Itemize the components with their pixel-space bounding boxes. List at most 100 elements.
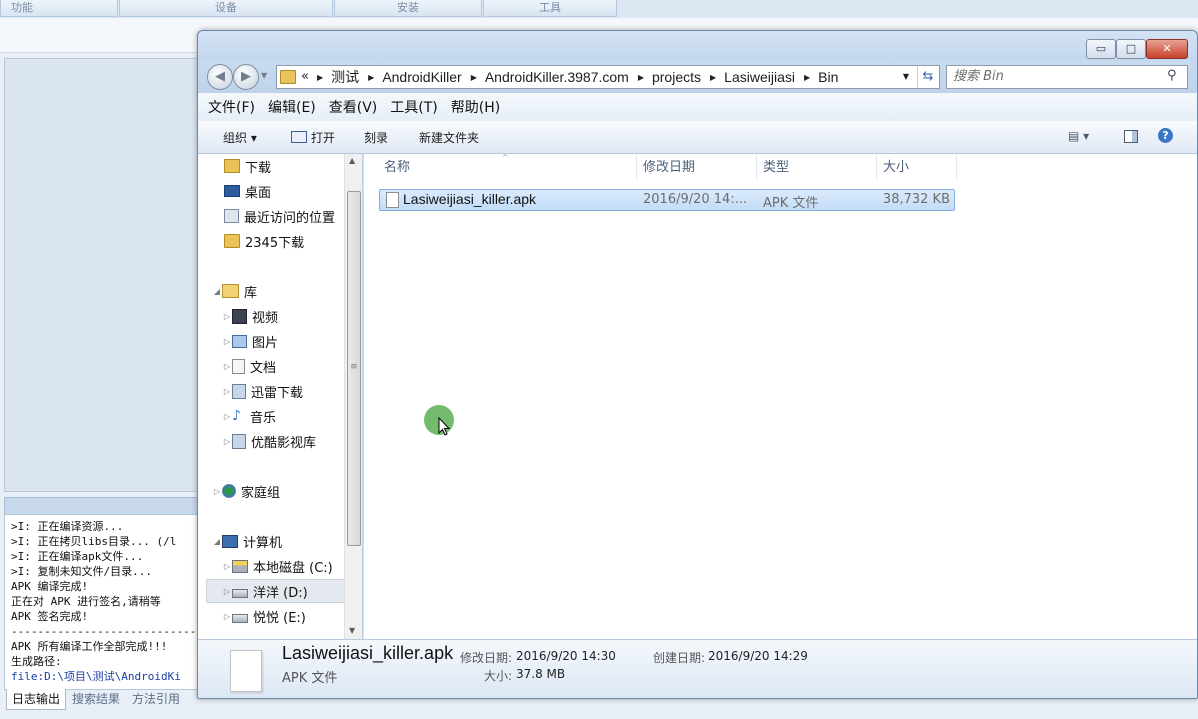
collapsed-arrow-icon[interactable]: ▷	[222, 362, 232, 371]
chevron-down-icon[interactable]: ▼	[899, 66, 913, 88]
chevron-right-icon[interactable]: ▶	[638, 73, 648, 82]
nav-label: 2345下载	[245, 235, 305, 251]
details-file-name: Lasiweijiasi_killer.apk	[282, 643, 454, 663]
column-header-size[interactable]: 大小	[877, 154, 957, 180]
nav-label: 最近访问的位置	[244, 210, 336, 226]
recent-pages-dropdown[interactable]: ▼	[261, 71, 267, 80]
documents-icon	[232, 358, 245, 374]
menu-view[interactable]: 查看(V)	[329, 97, 378, 117]
breadcrumb-item[interactable]: 测试	[327, 67, 368, 87]
help-icon[interactable]: ?	[1158, 128, 1173, 143]
breadcrumb-item[interactable]: Bin	[814, 69, 847, 85]
nav-item-homegroup[interactable]: ▷ 家庭组	[212, 480, 280, 502]
burn-button[interactable]: 刻录	[364, 129, 388, 146]
details-modified-value: 2016/9/20 14:30	[516, 649, 616, 663]
nav-pane-scrollbar[interactable]: ▲ ≡ ▼	[344, 154, 362, 639]
breadcrumb-overflow[interactable]: «	[301, 69, 309, 84]
collapsed-arrow-icon[interactable]: ▷	[222, 337, 232, 346]
nav-item-videos[interactable]: ▷ 视频	[222, 305, 278, 327]
nav-label: 计算机	[243, 535, 283, 551]
nav-item-drive-c[interactable]: ▷ 本地磁盘 (C:)	[222, 555, 333, 577]
open-button[interactable]: 打开	[291, 129, 335, 146]
collapsed-arrow-icon[interactable]: ▷	[222, 312, 232, 321]
ribbon-tabbar: 功能 设备 安装 工具	[0, 0, 1198, 18]
nav-item-library[interactable]: ◢ 库	[212, 280, 257, 302]
tab-method-references[interactable]: 方法引用	[132, 689, 180, 709]
nav-item-downloads[interactable]: 下载	[224, 155, 271, 177]
maximize-button[interactable]: □	[1116, 39, 1146, 59]
scrollbar-thumb[interactable]: ≡	[347, 191, 361, 546]
close-button[interactable]: ✕	[1146, 39, 1188, 59]
expanded-arrow-icon[interactable]: ◢	[212, 287, 222, 296]
address-bar[interactable]: « ▶ 测试 ▶ AndroidKiller ▶ AndroidKiller.3…	[276, 65, 940, 89]
preview-pane-icon[interactable]	[1124, 130, 1138, 143]
breadcrumb-item[interactable]: AndroidKiller.3987.com	[481, 69, 638, 85]
column-header-name[interactable]: 名称	[378, 154, 637, 180]
menu-help[interactable]: 帮助(H)	[451, 97, 500, 117]
tab-features[interactable]: 功能	[0, 0, 118, 17]
chevron-right-icon[interactable]: ▶	[317, 73, 327, 82]
project-tree-pane	[4, 58, 200, 492]
search-icon[interactable]: ⚲	[1167, 68, 1177, 83]
organize-button[interactable]: 组织 ▾	[223, 129, 257, 146]
scroll-down-arrow-icon[interactable]: ▼	[349, 626, 355, 635]
collapsed-arrow-icon[interactable]: ▷	[222, 412, 232, 421]
chevron-right-icon[interactable]: ▶	[710, 73, 720, 82]
nav-item-youku-library[interactable]: ▷ 优酷影视库	[222, 430, 316, 452]
nav-item-2345-download[interactable]: 2345下载	[224, 230, 304, 252]
tab-label: 安装	[397, 1, 419, 14]
back-button[interactable]: ◀	[207, 64, 233, 90]
breadcrumb-item[interactable]: Lasiweijiasi	[720, 69, 804, 85]
menu-tools[interactable]: 工具(T)	[390, 97, 437, 117]
column-header-date-modified[interactable]: 修改日期	[637, 154, 757, 180]
breadcrumb: ▶ 测试 ▶ AndroidKiller ▶ AndroidKiller.398…	[317, 66, 847, 88]
tab-log-output[interactable]: 日志输出	[6, 689, 67, 710]
nav-item-pictures[interactable]: ▷ 图片	[222, 330, 278, 352]
forward-button[interactable]: ▶	[233, 64, 259, 90]
file-icon	[386, 192, 399, 208]
menu-edit[interactable]: 编辑(E)	[268, 97, 316, 117]
collapsed-arrow-icon[interactable]: ▷	[222, 387, 232, 396]
change-view-button[interactable]: ▤ ▾	[1068, 129, 1089, 143]
log-path-link[interactable]: file:D:\项目\测试\AndroidKi	[11, 669, 199, 684]
forward-arrow-icon: ▶	[241, 69, 251, 84]
tab-tools[interactable]: 工具	[483, 0, 617, 17]
nav-item-documents[interactable]: ▷ 文档	[222, 355, 276, 377]
computer-icon	[222, 534, 238, 548]
title-bar[interactable]: ▭ □ ✕	[198, 31, 1197, 61]
collapsed-arrow-icon[interactable]: ▷	[212, 487, 222, 496]
chevron-right-icon[interactable]: ▶	[471, 73, 481, 82]
collapsed-arrow-icon[interactable]: ▷	[222, 612, 232, 621]
breadcrumb-item[interactable]: AndroidKiller	[378, 69, 470, 85]
tab-devices[interactable]: 设备	[119, 0, 333, 17]
search-input[interactable]	[953, 68, 1153, 85]
nav-item-thunder-downloads[interactable]: ▷ 迅雷下载	[222, 380, 303, 402]
pictures-icon	[232, 334, 247, 348]
nav-item-desktop[interactable]: 桌面	[224, 180, 271, 202]
chevron-right-icon[interactable]: ▶	[804, 73, 814, 82]
details-created-value: 2016/9/20 14:29	[708, 649, 808, 663]
tab-install[interactable]: 安装	[334, 0, 482, 17]
collapsed-arrow-icon[interactable]: ▷	[222, 562, 232, 571]
minimize-button[interactable]: ▭	[1086, 39, 1116, 59]
details-size-label: 大小:	[484, 669, 513, 683]
column-header-type[interactable]: 类型	[757, 154, 877, 180]
file-row[interactable]: Lasiweijiasi_killer.apk 2016/9/20 14:...…	[379, 189, 955, 211]
chevron-right-icon[interactable]: ▶	[368, 73, 378, 82]
nav-item-recent-places[interactable]: 最近访问的位置	[224, 205, 335, 227]
tab-search-results[interactable]: 搜索结果	[72, 689, 120, 709]
nav-item-computer[interactable]: ◢ 计算机	[212, 530, 282, 552]
collapsed-arrow-icon[interactable]: ▷	[222, 587, 232, 596]
new-folder-button[interactable]: 新建文件夹	[419, 129, 479, 146]
refresh-button[interactable]: ⇆	[917, 66, 938, 88]
collapsed-arrow-icon[interactable]: ▷	[222, 437, 232, 446]
open-label: 打开	[311, 131, 336, 145]
menu-file[interactable]: 文件(F)	[208, 97, 255, 117]
search-box[interactable]: ⚲	[946, 65, 1188, 89]
nav-item-drive-d[interactable]: ▷ 洋洋 (D:)	[222, 580, 308, 602]
breadcrumb-item[interactable]: projects	[648, 69, 710, 85]
scroll-up-arrow-icon[interactable]: ▲	[349, 156, 355, 165]
nav-item-drive-e[interactable]: ▷ 悦悦 (E:)	[222, 605, 306, 627]
expanded-arrow-icon[interactable]: ◢	[212, 537, 222, 546]
nav-item-music[interactable]: ▷ ♪ 音乐	[222, 405, 276, 427]
